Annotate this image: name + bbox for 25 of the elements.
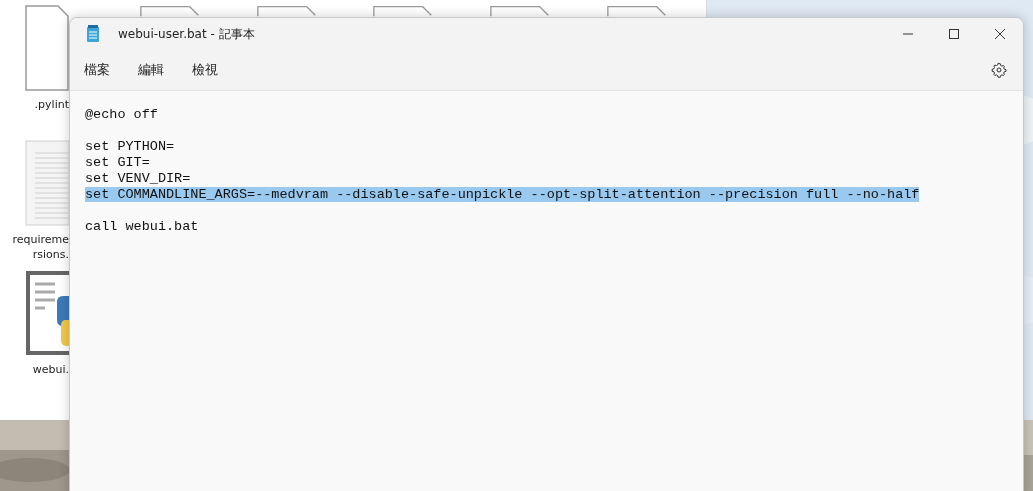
menu-item[interactable]: 編輯 — [130, 57, 172, 83]
python-file-icon[interactable] — [25, 270, 69, 356]
settings-icon[interactable] — [991, 62, 1007, 78]
text-editor[interactable]: @echo off set PYTHON= set GIT= set VENV_DIR= set COMMANDLINE_ARGS=--medvram --disable-safe-unpickle --opt-split-attention --precision full --no-half call webui.bat — [70, 91, 1023, 491]
text-file-icon[interactable] — [25, 140, 69, 226]
close-icon — [994, 28, 1006, 40]
file-icon[interactable] — [373, 5, 433, 17]
code-line: set GIT= — [85, 155, 150, 170]
file-icon[interactable] — [140, 5, 200, 17]
file-icon[interactable] — [607, 5, 667, 17]
code-line: call webui.bat — [85, 219, 199, 234]
menu-item[interactable]: 檔案 — [76, 57, 118, 83]
menu-item[interactable]: 檢視 — [184, 57, 226, 83]
window-title: webui-user.bat - 記事本 — [118, 25, 255, 43]
file-icon[interactable] — [25, 5, 69, 91]
file-name[interactable]: webui. — [32, 362, 69, 377]
code-line: @echo off — [85, 107, 158, 122]
file-name[interactable]: requireme rsions. — [12, 232, 69, 262]
file-name[interactable]: .pylint — [34, 97, 69, 112]
notepad-icon — [86, 25, 100, 43]
file-icon[interactable] — [257, 5, 317, 17]
maximize-icon — [948, 28, 960, 40]
code-line: set VENV_DIR= — [85, 171, 191, 186]
file-icon[interactable] — [490, 5, 550, 17]
code-line: set PYTHON= — [85, 139, 175, 154]
